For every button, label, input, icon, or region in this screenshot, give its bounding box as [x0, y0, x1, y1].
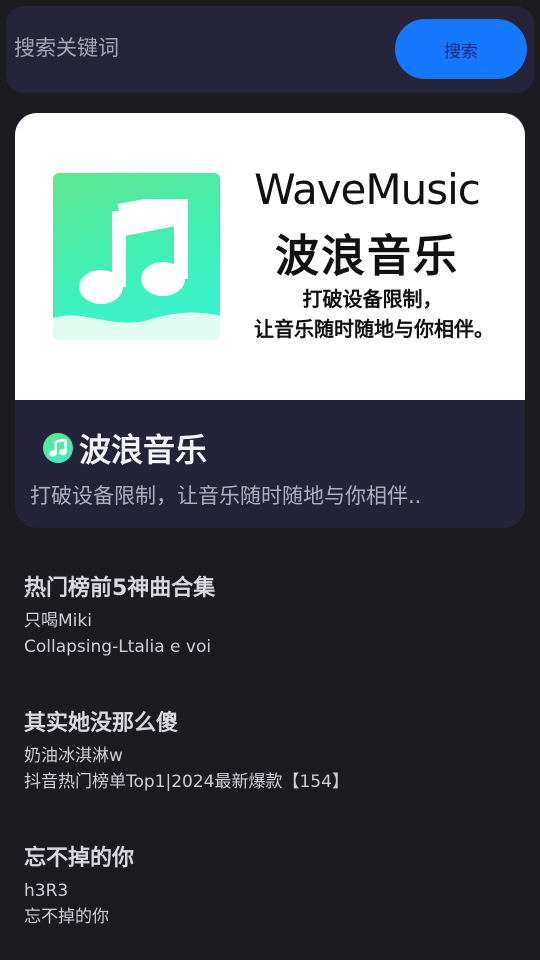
app-logo [53, 173, 220, 340]
banner-image: WaveMusic 波浪音乐 打破设备限制， 让音乐随时随地与你相伴。 [15, 113, 525, 400]
card-title: 波浪音乐 [79, 431, 208, 469]
song-item[interactable]: 热门榜前5神曲合集 只喝Miki Collapsing-Ltalia e voi [24, 570, 514, 660]
song-item[interactable]: 忘不掉的你 h3R3 忘不掉的你 [24, 840, 514, 930]
song-subtitle: 抖音热门榜单Top1|2024最新爆款【154】 [24, 772, 349, 792]
brand-name-english: WaveMusic [254, 165, 481, 214]
slogan-line-2: 让音乐随时随地与你相伴。 [254, 317, 494, 341]
song-title: 其实她没那么傻 [24, 711, 179, 736]
search-input[interactable] [14, 28, 384, 68]
song-subtitle: Collapsing-Ltalia e voi [24, 637, 212, 657]
brand-name-chinese: 波浪音乐 [275, 231, 459, 282]
card-app-row: 波浪音乐 [43, 426, 207, 470]
song-title: 忘不掉的你 [24, 846, 135, 871]
music-note-icon [79, 199, 188, 304]
wave-shape [53, 312, 220, 340]
song-subtitle: 忘不掉的你 [24, 907, 109, 927]
slogan-line-1: 打破设备限制， [302, 287, 443, 311]
search-bar: 搜索 [6, 6, 534, 93]
card-description: 打破设备限制，让音乐随时随地与你相伴.. [30, 484, 422, 508]
song-title: 热门榜前5神曲合集 [24, 576, 216, 601]
music-note-icon [43, 433, 73, 463]
song-item[interactable]: 其实她没那么傻 奶油冰淇淋w 抖音热门榜单Top1|2024最新爆款【154】 [24, 705, 514, 795]
song-artist: 奶油冰淇淋w [24, 746, 123, 766]
song-artist: 只喝Miki [24, 611, 92, 631]
song-artist: h3R3 [24, 881, 69, 901]
search-button[interactable]: 搜索 [395, 19, 527, 79]
banner-card[interactable]: WaveMusic 波浪音乐 打破设备限制， 让音乐随时随地与你相伴。 波浪音乐… [15, 113, 525, 528]
